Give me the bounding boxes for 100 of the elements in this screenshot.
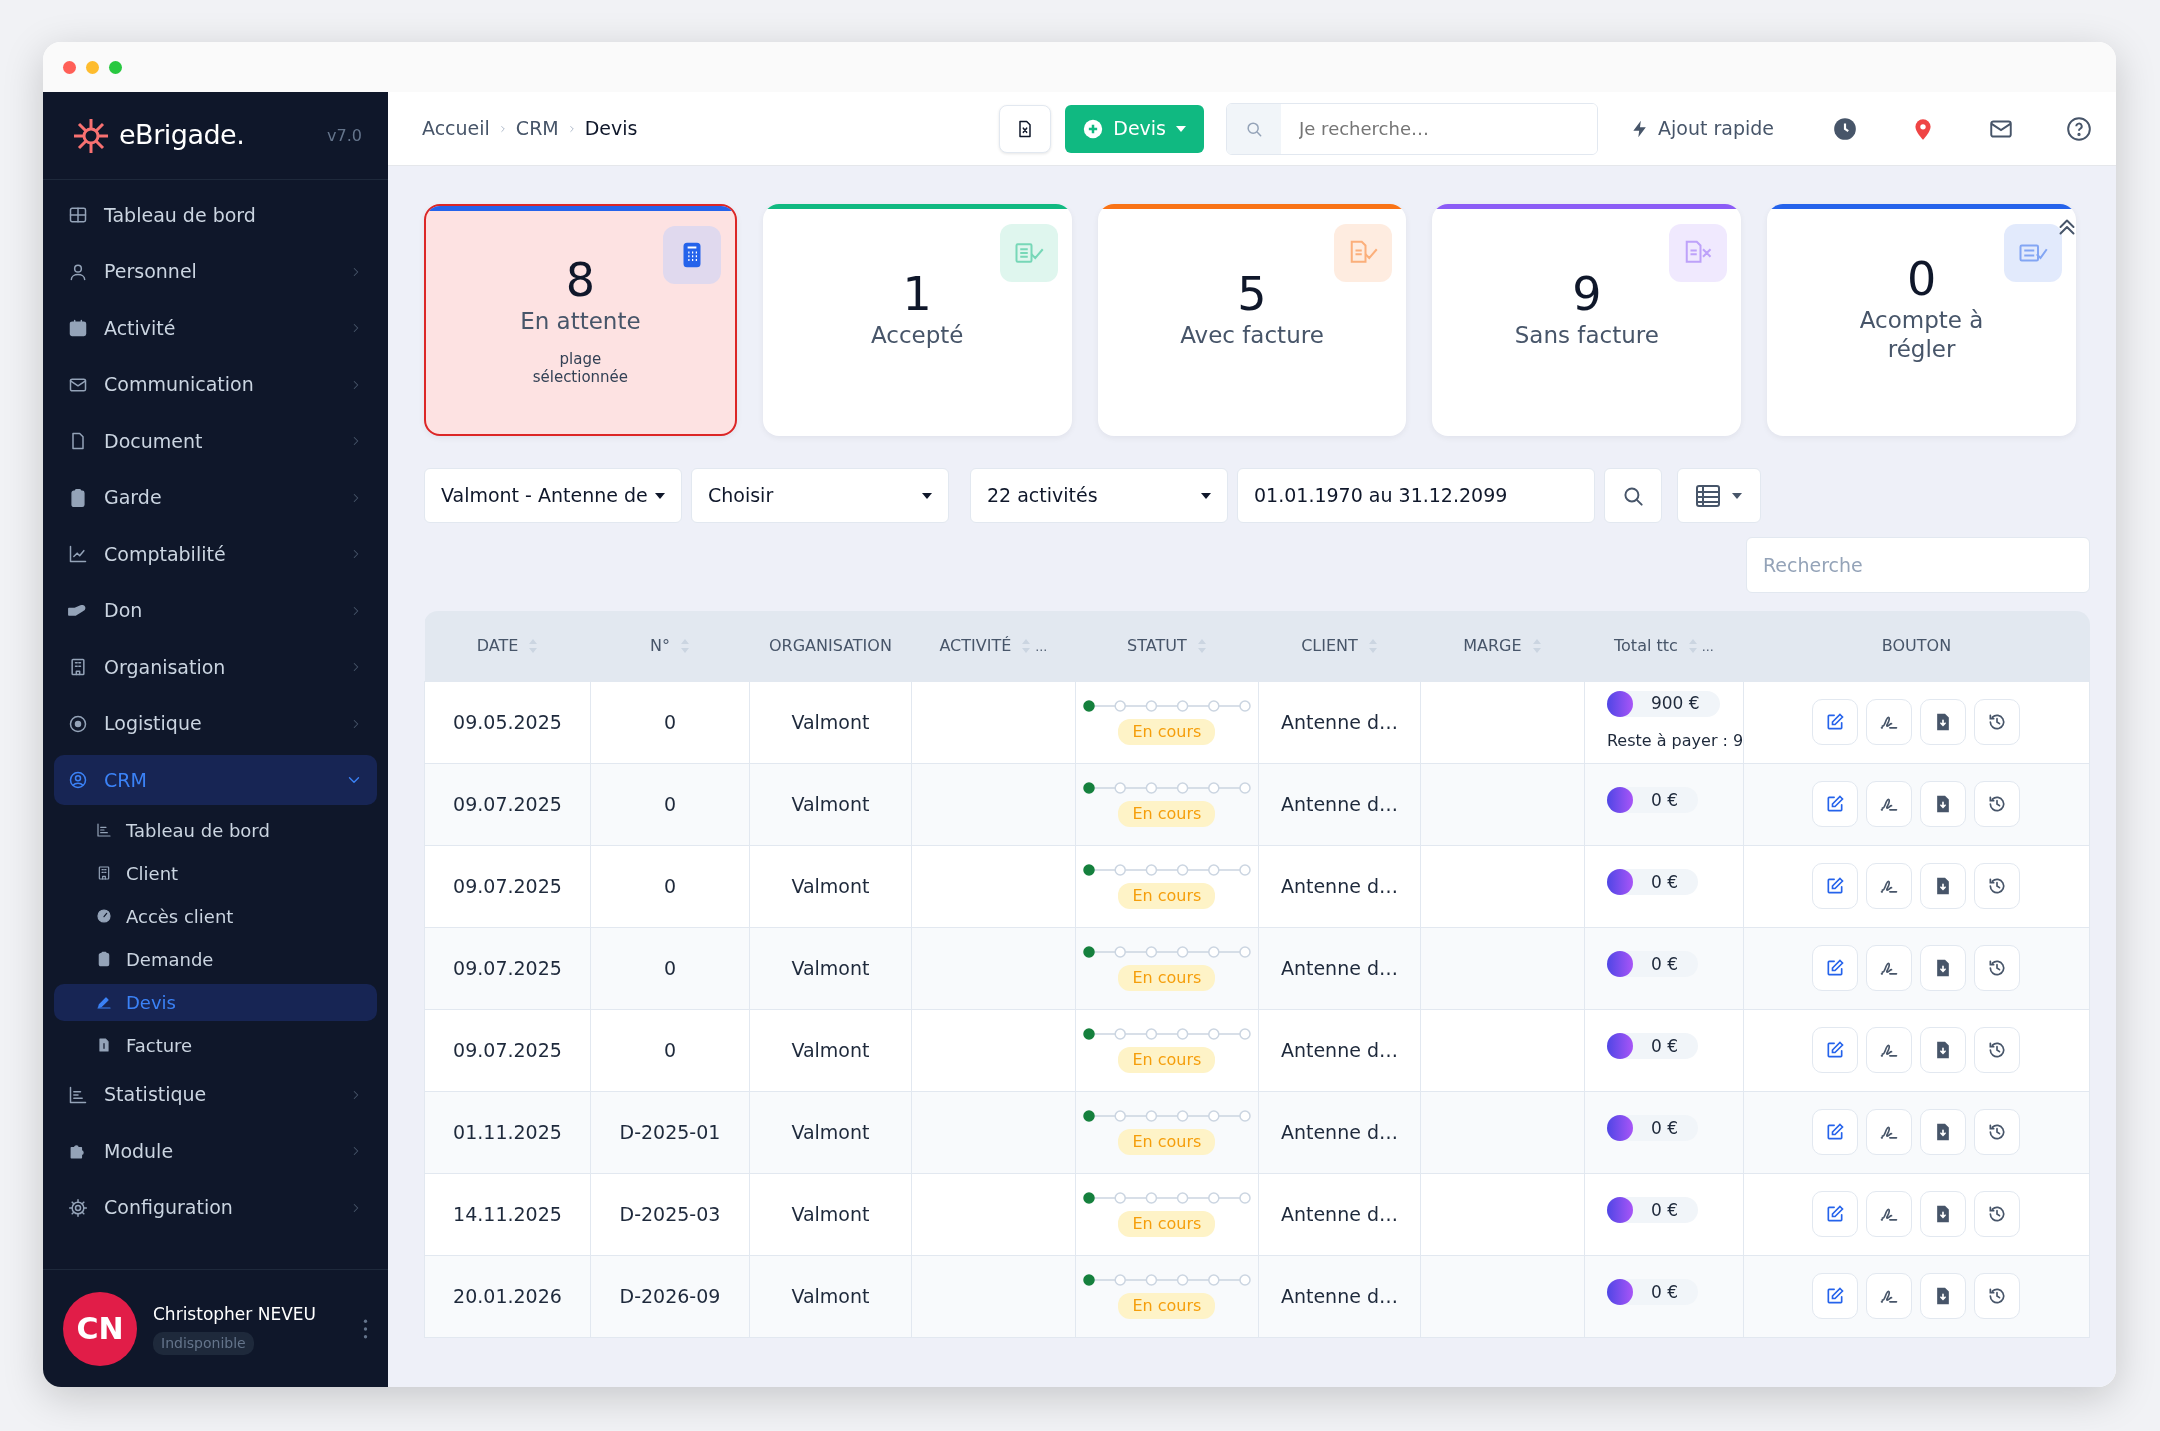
history-button[interactable] — [1974, 1191, 2021, 1237]
total-pill: 0 € — [1606, 869, 1698, 896]
user-avatar[interactable]: CN — [63, 1291, 137, 1366]
file-download-button[interactable] — [1920, 863, 1967, 909]
sidebar-item[interactable]: Communication — [54, 359, 377, 410]
column-header[interactable]: N° — [649, 633, 690, 658]
organisation-cell: Valmont — [791, 1284, 870, 1307]
view-toggle-button[interactable] — [1677, 468, 1761, 523]
date-cell: 14.11.2025 — [453, 1202, 562, 1225]
signature-button[interactable] — [1866, 945, 1913, 991]
history-button[interactable] — [1974, 699, 2021, 745]
sidebar-subitem[interactable]: Tableau de bord — [54, 811, 377, 849]
sidebar-item[interactable]: Logistique — [54, 698, 377, 749]
status-card[interactable]: 1 Accepté — [762, 204, 1072, 436]
edit-button[interactable] — [1812, 1027, 1859, 1073]
sidebar-subitem[interactable]: Accès client — [54, 897, 377, 935]
history-button[interactable] — [1974, 781, 2021, 827]
sidebar-item[interactable]: Organisation — [54, 642, 377, 692]
sidebar-item[interactable]: Activité — [54, 303, 377, 353]
search-button[interactable] — [1604, 468, 1662, 523]
history-button[interactable] — [1974, 1109, 2021, 1155]
more-icon[interactable] — [363, 1318, 368, 1339]
breadcrumb-link[interactable]: Accueil — [422, 114, 490, 143]
breadcrumb-link[interactable]: CRM — [515, 114, 559, 143]
close-window-button[interactable] — [63, 60, 76, 74]
filter-select[interactable]: Valmont - Antenne de — [424, 468, 682, 523]
status-card[interactable]: 0 Acompte à régler — [1767, 204, 2076, 436]
plus-circle-icon — [1083, 118, 1104, 139]
sidebar-subitem[interactable]: Demande — [54, 940, 377, 978]
signature-button[interactable] — [1866, 1109, 1913, 1155]
number-cell: 0 — [663, 792, 676, 815]
card-count: 8 — [565, 253, 596, 307]
file-download-button[interactable] — [1920, 1191, 1967, 1237]
edit-button[interactable] — [1812, 699, 1859, 745]
help-icon[interactable] — [2066, 115, 2092, 142]
sidebar-item[interactable]: CRM — [54, 755, 377, 805]
filter-select[interactable]: 22 activités — [970, 468, 1228, 523]
status-card[interactable]: 8 En attente plage sélectionnée — [424, 204, 737, 436]
card-count: 5 — [1237, 267, 1267, 321]
edit-button[interactable] — [1812, 1191, 1859, 1237]
file-download-button[interactable] — [1920, 699, 1967, 745]
edit-button[interactable] — [1812, 945, 1859, 991]
sidebar-item[interactable]: Module — [54, 1126, 377, 1176]
status-badge: En cours — [1118, 1293, 1216, 1319]
card-label: Acompte à régler — [1858, 305, 1985, 365]
signature-button[interactable] — [1866, 1027, 1913, 1073]
calendar-icon — [68, 318, 88, 338]
history-button[interactable] — [1974, 1273, 2021, 1319]
file-download-button[interactable] — [1920, 1109, 1967, 1155]
clock-icon[interactable] — [1832, 115, 1858, 142]
client-cell: Antenne d… — [1280, 1284, 1398, 1307]
chart-icon — [68, 544, 88, 564]
column-header[interactable]: MARGE — [1463, 633, 1542, 658]
date-cell: 20.01.2026 — [453, 1284, 562, 1307]
sidebar-subitem[interactable]: Facture — [54, 1026, 377, 1064]
sidebar-subitem[interactable]: Devis — [54, 983, 377, 1021]
breadcrumb-link[interactable]: Devis — [584, 114, 638, 143]
filter-select[interactable]: Choisir — [691, 468, 949, 523]
sidebar-item[interactable]: Configuration — [54, 1182, 377, 1233]
column-header[interactable]: DATE — [476, 633, 539, 658]
export-button[interactable] — [999, 104, 1052, 153]
table-search-field[interactable]: Recherche — [1746, 537, 2090, 593]
signature-button[interactable] — [1866, 1191, 1913, 1237]
sidebar-item[interactable]: Statistique — [54, 1069, 377, 1120]
signature-button[interactable] — [1866, 781, 1913, 827]
status-card[interactable]: 9 Sans facture — [1432, 204, 1742, 436]
sidebar-item[interactable]: Document — [54, 416, 377, 466]
edit-button[interactable] — [1812, 863, 1859, 909]
edit-button[interactable] — [1812, 1273, 1859, 1319]
gauge-icon — [96, 908, 112, 924]
date-range-field[interactable]: 01.01.1970 au 31.12.2099 — [1237, 468, 1595, 523]
column-header[interactable]: Total ttc — [1614, 633, 1698, 658]
signature-button[interactable] — [1866, 863, 1913, 909]
history-button[interactable] — [1974, 1027, 2021, 1073]
file-download-button[interactable] — [1920, 1273, 1967, 1319]
sidebar-item[interactable]: Tableau de bord — [54, 190, 377, 240]
history-button[interactable] — [1974, 863, 2021, 909]
file-download-button[interactable] — [1920, 945, 1967, 991]
payment-dot-icon — [1606, 1115, 1633, 1142]
invoice-icon — [96, 1037, 112, 1053]
column-header[interactable]: CLIENT — [1301, 633, 1378, 658]
signature-button[interactable] — [1866, 699, 1913, 745]
edit-button[interactable] — [1812, 1109, 1859, 1155]
column-header[interactable]: ACTIVITÉ — [939, 633, 1032, 658]
number-cell: D-2025-03 — [619, 1202, 721, 1225]
history-button[interactable] — [1974, 945, 2021, 991]
sidebar-item[interactable]: Comptabilité — [54, 529, 377, 579]
organisation-cell: Valmont — [791, 956, 870, 979]
sidebar-item[interactable]: Garde — [54, 472, 377, 523]
edit-button[interactable] — [1812, 781, 1859, 827]
sidebar-item[interactable]: Personnel — [54, 246, 377, 297]
target-icon — [68, 713, 88, 734]
status-card[interactable]: 5 Avec facture — [1097, 204, 1407, 436]
quick-add-button[interactable]: Ajout rapide — [1624, 113, 1780, 144]
sidebar-item[interactable]: Don — [54, 585, 377, 636]
file-download-button[interactable] — [1920, 781, 1967, 827]
signature-button[interactable] — [1866, 1273, 1913, 1319]
sidebar-subitem[interactable]: Client — [54, 854, 377, 892]
column-header[interactable]: STATUT — [1127, 633, 1207, 658]
file-download-button[interactable] — [1920, 1027, 1967, 1073]
